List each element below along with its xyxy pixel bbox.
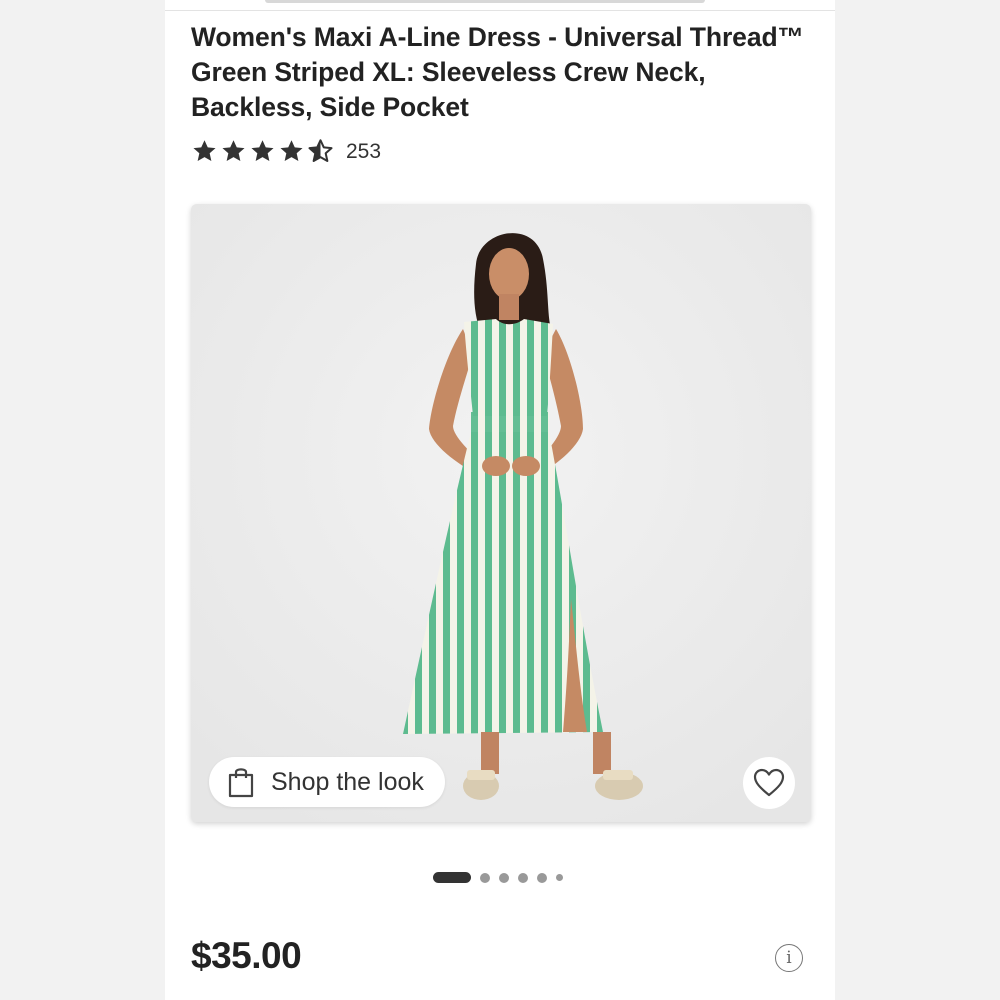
shop-the-look-button[interactable]: Shop the look [209, 757, 445, 807]
product-price: $35.00 [191, 935, 302, 976]
heart-icon [753, 768, 785, 797]
carousel-pagination [433, 872, 572, 883]
top-bar-handle [265, 0, 705, 3]
pagination-dot[interactable] [537, 872, 547, 883]
pagination-dot[interactable] [480, 872, 490, 883]
review-count: 253 [346, 139, 382, 163]
pagination-dot[interactable] [499, 872, 509, 883]
rating-summary[interactable]: 253 [191, 138, 381, 165]
product-photo [191, 204, 811, 822]
product-title: Women's Maxi A-Line Dress - Universal Th… [191, 22, 804, 122]
pagination-dot[interactable] [518, 872, 528, 883]
product-image-carousel[interactable]: Shop the look [191, 204, 811, 822]
star-icon [280, 140, 303, 161]
star-icon [193, 140, 216, 161]
favorite-button[interactable] [743, 757, 795, 809]
product-page: Women's Maxi A-Line Dress - Universal Th… [165, 0, 835, 1000]
divider [165, 10, 835, 11]
star-half-icon [308, 139, 333, 162]
pagination-dot-active[interactable] [433, 872, 471, 883]
shopping-bag-icon [228, 768, 254, 798]
star-icon [222, 140, 245, 161]
shop-the-look-label: Shop the look [271, 767, 424, 796]
pagination-dot[interactable] [556, 874, 563, 881]
info-icon[interactable]: i [775, 944, 803, 972]
star-icon [251, 140, 274, 161]
